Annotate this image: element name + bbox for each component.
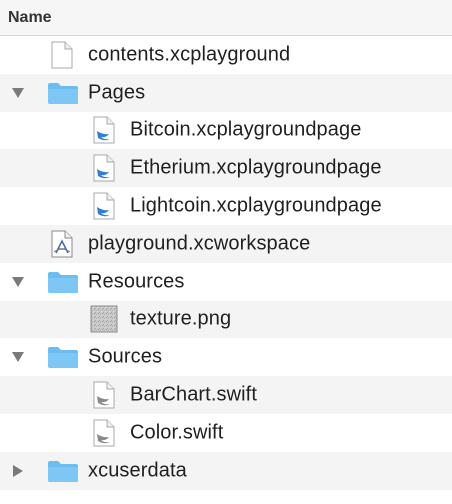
folder-icon <box>47 459 79 483</box>
file-row-label: BarChart.swift <box>130 383 257 406</box>
file-row-label: texture.png <box>130 307 232 330</box>
folder-row-label: Resources <box>88 270 185 293</box>
file-row-bitcoin-playgroundpage[interactable]: Bitcoin.xcplaygroundpage <box>0 112 452 150</box>
folder-icon <box>47 270 79 294</box>
file-row-barchart-swift[interactable]: BarChart.swift <box>0 376 452 414</box>
file-row-texture-png[interactable]: texture.png <box>0 300 452 339</box>
file-row-label: Color.swift <box>130 421 224 444</box>
folder-row-label: Sources <box>88 345 163 368</box>
swift-source-file-icon <box>92 419 116 447</box>
folder-row-label: xcuserdata <box>88 459 187 482</box>
disclosure-triangle-expanded-icon[interactable] <box>10 349 26 365</box>
folder-icon <box>47 81 79 105</box>
swift-source-file-icon <box>92 381 116 409</box>
document-icon <box>50 41 74 69</box>
folder-row-resources[interactable]: Resources <box>0 263 452 301</box>
file-row-color-swift[interactable]: Color.swift <box>0 414 452 452</box>
folder-icon <box>47 345 79 369</box>
disclosure-triangle-expanded-icon[interactable] <box>10 274 26 290</box>
file-row-etherium-playgroundpage[interactable]: Etherium.xcplaygroundpage <box>0 149 452 188</box>
swift-file-icon <box>92 154 116 182</box>
swift-file-icon <box>92 116 116 144</box>
swift-file-icon <box>92 192 116 220</box>
file-row-label: Bitcoin.xcplaygroundpage <box>130 118 362 141</box>
file-row-label: contents.xcplayground <box>88 43 291 66</box>
folder-row-pages[interactable]: Pages <box>0 73 452 112</box>
file-tree: contents.xcplayground Pages Bitcoin.xcpl… <box>0 36 452 490</box>
folder-row-sources[interactable]: Sources <box>0 338 452 376</box>
disclosure-triangle-expanded-icon[interactable] <box>10 85 26 101</box>
folder-row-xcuserdata[interactable]: xcuserdata <box>0 451 452 490</box>
file-row-lightcoin-playgroundpage[interactable]: Lightcoin.xcplaygroundpage <box>0 187 452 225</box>
file-row-playground-xcworkspace[interactable]: playground.xcworkspace <box>0 224 452 263</box>
column-header-name[interactable]: Name <box>0 0 452 36</box>
file-row-label: Lightcoin.xcplaygroundpage <box>130 194 382 217</box>
column-header-label: Name <box>8 8 52 26</box>
image-thumbnail-icon <box>90 305 118 333</box>
file-row-label: playground.xcworkspace <box>88 232 311 255</box>
folder-row-label: Pages <box>88 81 146 104</box>
file-row-label: Etherium.xcplaygroundpage <box>130 156 382 179</box>
workspace-file-icon <box>50 230 74 258</box>
file-row-contents-xcplayground[interactable]: contents.xcplayground <box>0 36 452 74</box>
disclosure-triangle-collapsed-icon[interactable] <box>10 463 26 479</box>
